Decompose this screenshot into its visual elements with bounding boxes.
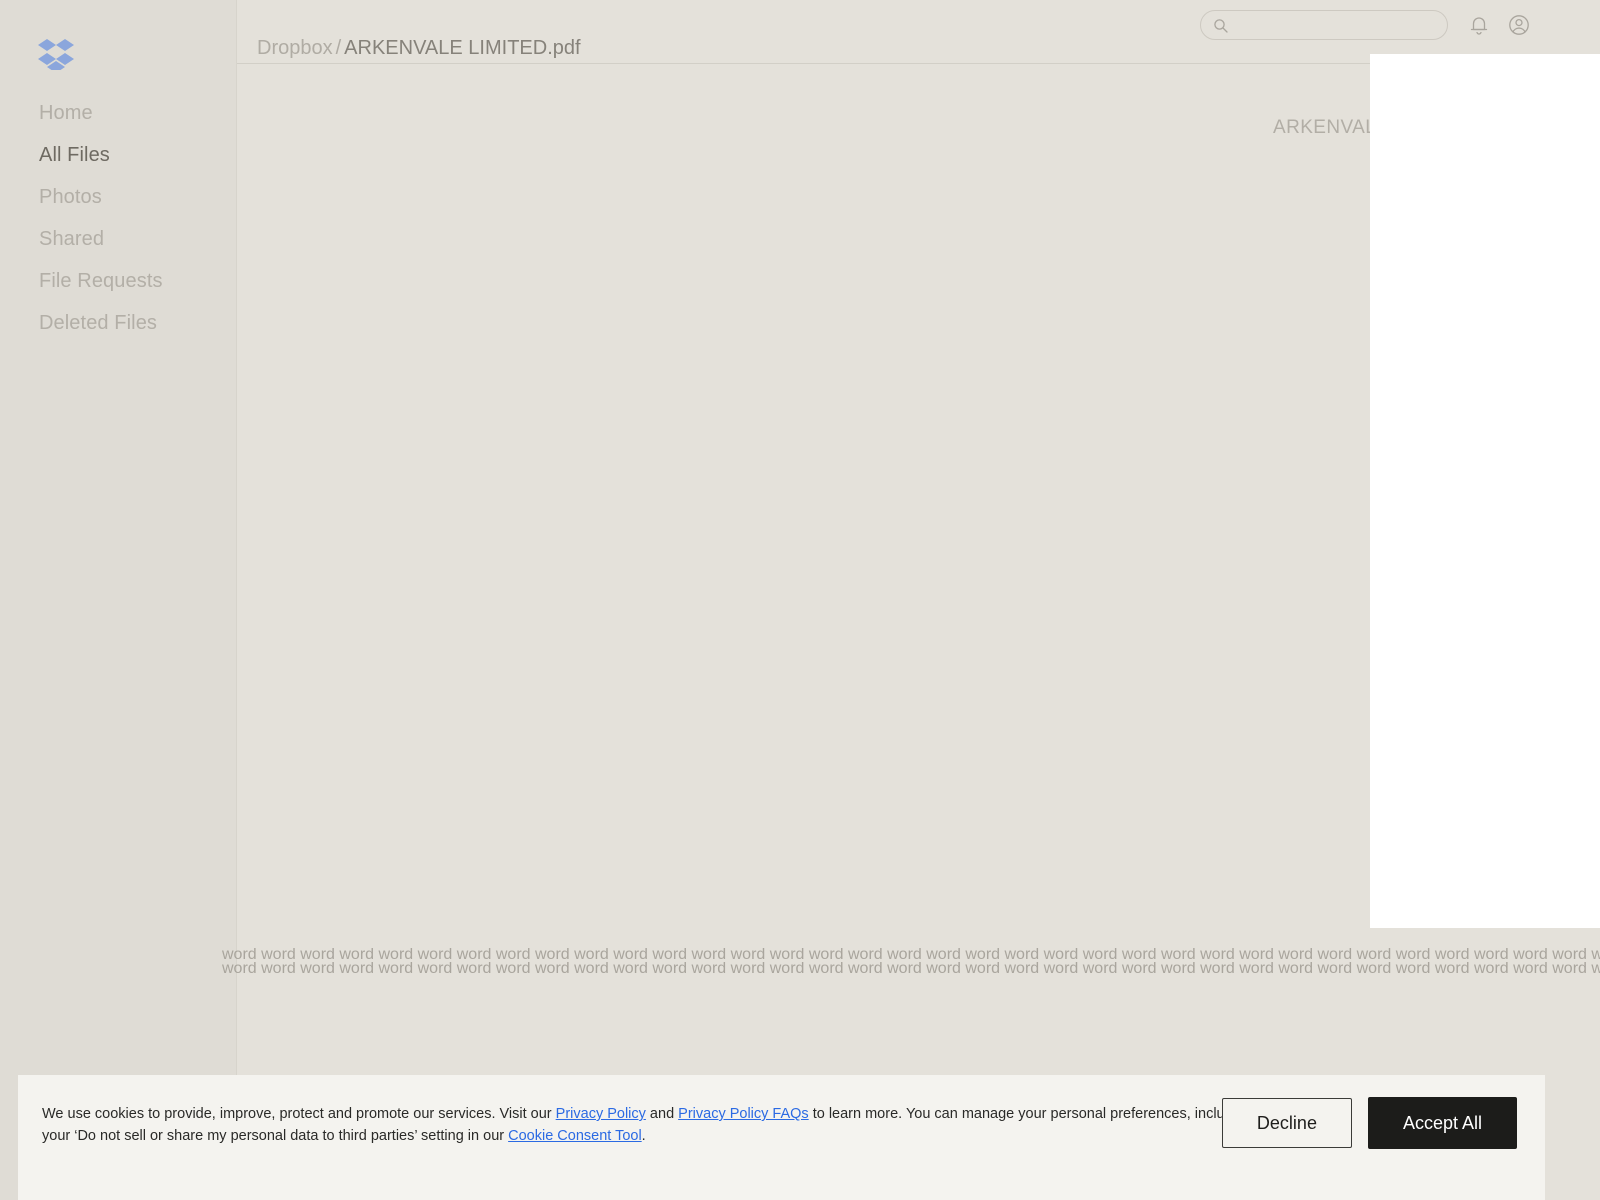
cookie-text-part-1: We use cookies to provide, improve, prot…: [42, 1106, 556, 1122]
account-avatar-icon[interactable]: [1508, 14, 1530, 36]
search-input[interactable]: [1235, 11, 1440, 39]
breadcrumb: Dropbox / ARKENVALE LIMITED.pdf: [257, 36, 581, 60]
cookie-consent-tool-link[interactable]: Cookie Consent Tool: [508, 1128, 642, 1144]
privacy-policy-link[interactable]: Privacy Policy: [556, 1106, 646, 1122]
document-body-text: word word word word word word word word …: [222, 948, 1600, 976]
dropbox-file-preview-page: Home All Files Photos Shared File Reques…: [0, 0, 1600, 1200]
breadcrumb-separator: /: [335, 37, 342, 59]
sidebar-item-photos[interactable]: Photos: [0, 176, 237, 218]
sidebar-item-file-requests[interactable]: File Requests: [0, 260, 237, 302]
search-box[interactable]: [1200, 10, 1448, 40]
document-body-line: word word word word word word word word …: [222, 948, 1600, 962]
sidebar-nav: Home All Files Photos Shared File Reques…: [0, 92, 237, 344]
cookie-banner-actions: Decline Accept All: [1221, 1097, 1517, 1149]
cookie-text-part-4: .: [641, 1128, 646, 1144]
cookie-banner-text: We use cookies to provide, improve, prot…: [42, 1103, 1257, 1147]
blank-white-panel: [1370, 54, 1600, 928]
breadcrumb-current-file: ARKENVALE LIMITED.pdf: [344, 37, 581, 59]
privacy-policy-faqs-link[interactable]: Privacy Policy FAQs: [678, 1106, 809, 1122]
cookie-text-part-2: and: [645, 1106, 679, 1122]
search-icon: [1213, 18, 1229, 34]
sidebar-item-home[interactable]: Home: [0, 92, 237, 134]
sidebar-item-all-files[interactable]: All Files: [0, 134, 237, 176]
accept-all-button[interactable]: Accept All: [1367, 1097, 1517, 1149]
notification-bell-icon[interactable]: [1468, 14, 1490, 36]
breadcrumb-root[interactable]: Dropbox: [257, 37, 333, 59]
sidebar: Home All Files Photos Shared File Reques…: [0, 0, 237, 1200]
cookie-consent-banner: We use cookies to provide, improve, prot…: [18, 1075, 1545, 1200]
document-body-line: word word word word word word word word …: [222, 962, 1600, 976]
sidebar-item-shared[interactable]: Shared: [0, 218, 237, 260]
dropbox-logo-icon[interactable]: [38, 38, 74, 73]
sidebar-item-deleted-files[interactable]: Deleted Files: [0, 302, 237, 344]
decline-button[interactable]: Decline: [1221, 1098, 1352, 1148]
